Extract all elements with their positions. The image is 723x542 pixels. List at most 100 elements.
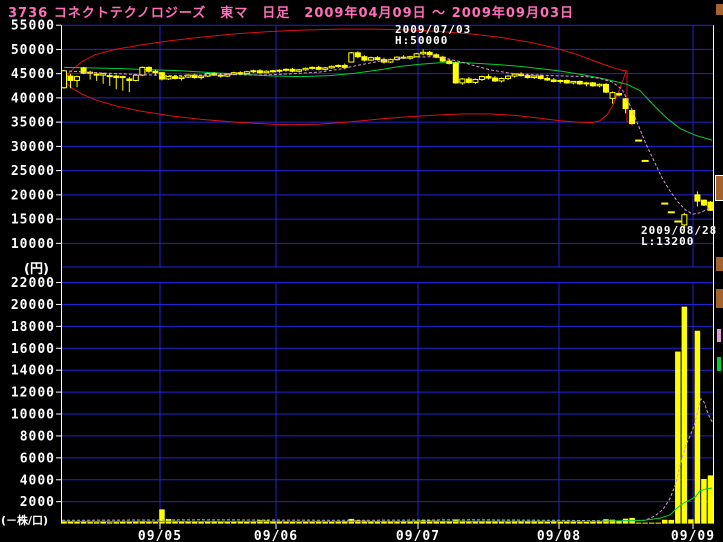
- candlestick: [538, 76, 543, 78]
- volume-bar: [544, 522, 550, 524]
- screen-edge-artifact: [716, 289, 723, 308]
- candlestick: [603, 84, 608, 92]
- volume-bar: [669, 520, 675, 524]
- y-axis-tick-label: 10000: [11, 237, 55, 252]
- candlestick: [310, 67, 315, 68]
- candlestick: [375, 58, 380, 60]
- candlestick: [114, 76, 119, 77]
- volume-bar: [257, 520, 263, 523]
- candlestick: [453, 63, 458, 83]
- screen-edge-artifact: [717, 357, 721, 371]
- y-axis-tick-label: 10000: [11, 408, 55, 423]
- volume-bar: [551, 521, 557, 523]
- candlestick: [610, 93, 615, 99]
- volume-bar: [68, 522, 74, 524]
- volume-bar: [655, 523, 661, 524]
- candlestick: [75, 77, 80, 81]
- volume-unit-label: (－株/口): [1, 512, 48, 528]
- candlestick: [173, 77, 178, 79]
- volume-bar: [185, 522, 191, 524]
- candlestick: [545, 79, 550, 80]
- volume-bar: [205, 522, 211, 524]
- candlestick: [297, 70, 302, 71]
- candlestick: [349, 53, 354, 62]
- candlestick: [630, 111, 635, 124]
- volume-bar: [538, 522, 544, 524]
- candlestick: [368, 58, 373, 60]
- limit-mark: [635, 140, 642, 142]
- candlestick: [617, 94, 622, 95]
- y-axis-tick-label: 25000: [11, 164, 55, 179]
- candlestick: [486, 77, 491, 78]
- volume-bar: [499, 522, 505, 524]
- candlestick: [238, 73, 243, 74]
- candlestick: [447, 61, 452, 63]
- y-axis-tick-label: 2000: [20, 495, 55, 510]
- high-annotation: 2009/07/03 H:50000: [395, 24, 471, 46]
- limit-mark: [661, 203, 668, 205]
- volume-bar: [87, 522, 93, 524]
- low-annotation: 2009/08/28 L:13200: [641, 225, 717, 247]
- chart-canvas: 5500050000450004000035000300002500020000…: [0, 0, 723, 542]
- volume-bar: [290, 522, 296, 524]
- volume-bar: [74, 522, 80, 524]
- x-axis-tick-label: 09/05: [138, 529, 182, 542]
- candlestick: [460, 79, 465, 83]
- volume-bar: [597, 522, 603, 524]
- volume-bar: [296, 522, 302, 524]
- volume-bar: [309, 522, 315, 524]
- volume-bar: [355, 520, 361, 523]
- volume-bar: [662, 520, 668, 524]
- volume-bar: [153, 522, 159, 524]
- candlestick: [525, 76, 530, 78]
- volume-bar: [231, 522, 237, 524]
- y-axis-tick-label: 35000: [11, 116, 55, 131]
- volume-bar: [571, 522, 577, 524]
- candlestick: [421, 52, 426, 53]
- volume-bar: [336, 522, 342, 524]
- limit-mark: [642, 160, 649, 162]
- volume-bar: [649, 523, 655, 524]
- x-axis-tick-label: 09/09: [671, 529, 715, 542]
- candlestick: [512, 74, 517, 76]
- volume-bar: [133, 522, 139, 524]
- candlestick: [231, 73, 236, 74]
- y-axis-tick-label: 50000: [11, 43, 55, 58]
- x-axis-tick-label: 09/07: [396, 529, 440, 542]
- candlestick: [127, 79, 132, 80]
- screen-edge-artifact: [717, 329, 721, 342]
- candlestick: [68, 76, 73, 80]
- x-axis-tick-label: 09/08: [537, 529, 581, 542]
- candlestick: [270, 71, 275, 72]
- candlestick: [159, 73, 164, 79]
- y-axis-tick-label: 45000: [11, 67, 55, 82]
- volume-bar: [701, 479, 707, 524]
- candlestick: [466, 79, 471, 82]
- candlestick: [323, 68, 328, 69]
- candlestick: [414, 54, 419, 57]
- bollinger-upper-line: [64, 29, 626, 79]
- candlestick: [277, 70, 282, 71]
- volume-bar: [512, 522, 518, 524]
- volume-bar: [127, 522, 133, 524]
- candlestick: [257, 71, 262, 73]
- screen-edge-artifact: [716, 257, 723, 271]
- y-axis-tick-label: 4000: [20, 473, 55, 488]
- candlestick: [701, 200, 706, 205]
- volume-bar: [558, 522, 564, 524]
- volume-bar: [590, 522, 596, 524]
- candlestick: [244, 72, 249, 74]
- candlestick: [251, 71, 256, 72]
- volume-bar: [225, 522, 231, 524]
- volume-bar: [198, 522, 204, 524]
- screen-edge-artifact: [715, 175, 723, 201]
- y-axis-tick-label: 55000: [11, 19, 55, 34]
- y-axis-tick-label: 16000: [11, 342, 55, 357]
- candlestick: [355, 53, 360, 57]
- x-axis-tick-label: 09/06: [254, 529, 298, 542]
- y-axis-tick-label: 22000: [11, 276, 55, 291]
- volume-bar: [218, 522, 224, 524]
- volume-bar: [682, 307, 688, 524]
- y-axis-tick-label: 40000: [11, 91, 55, 106]
- candlestick: [94, 74, 99, 75]
